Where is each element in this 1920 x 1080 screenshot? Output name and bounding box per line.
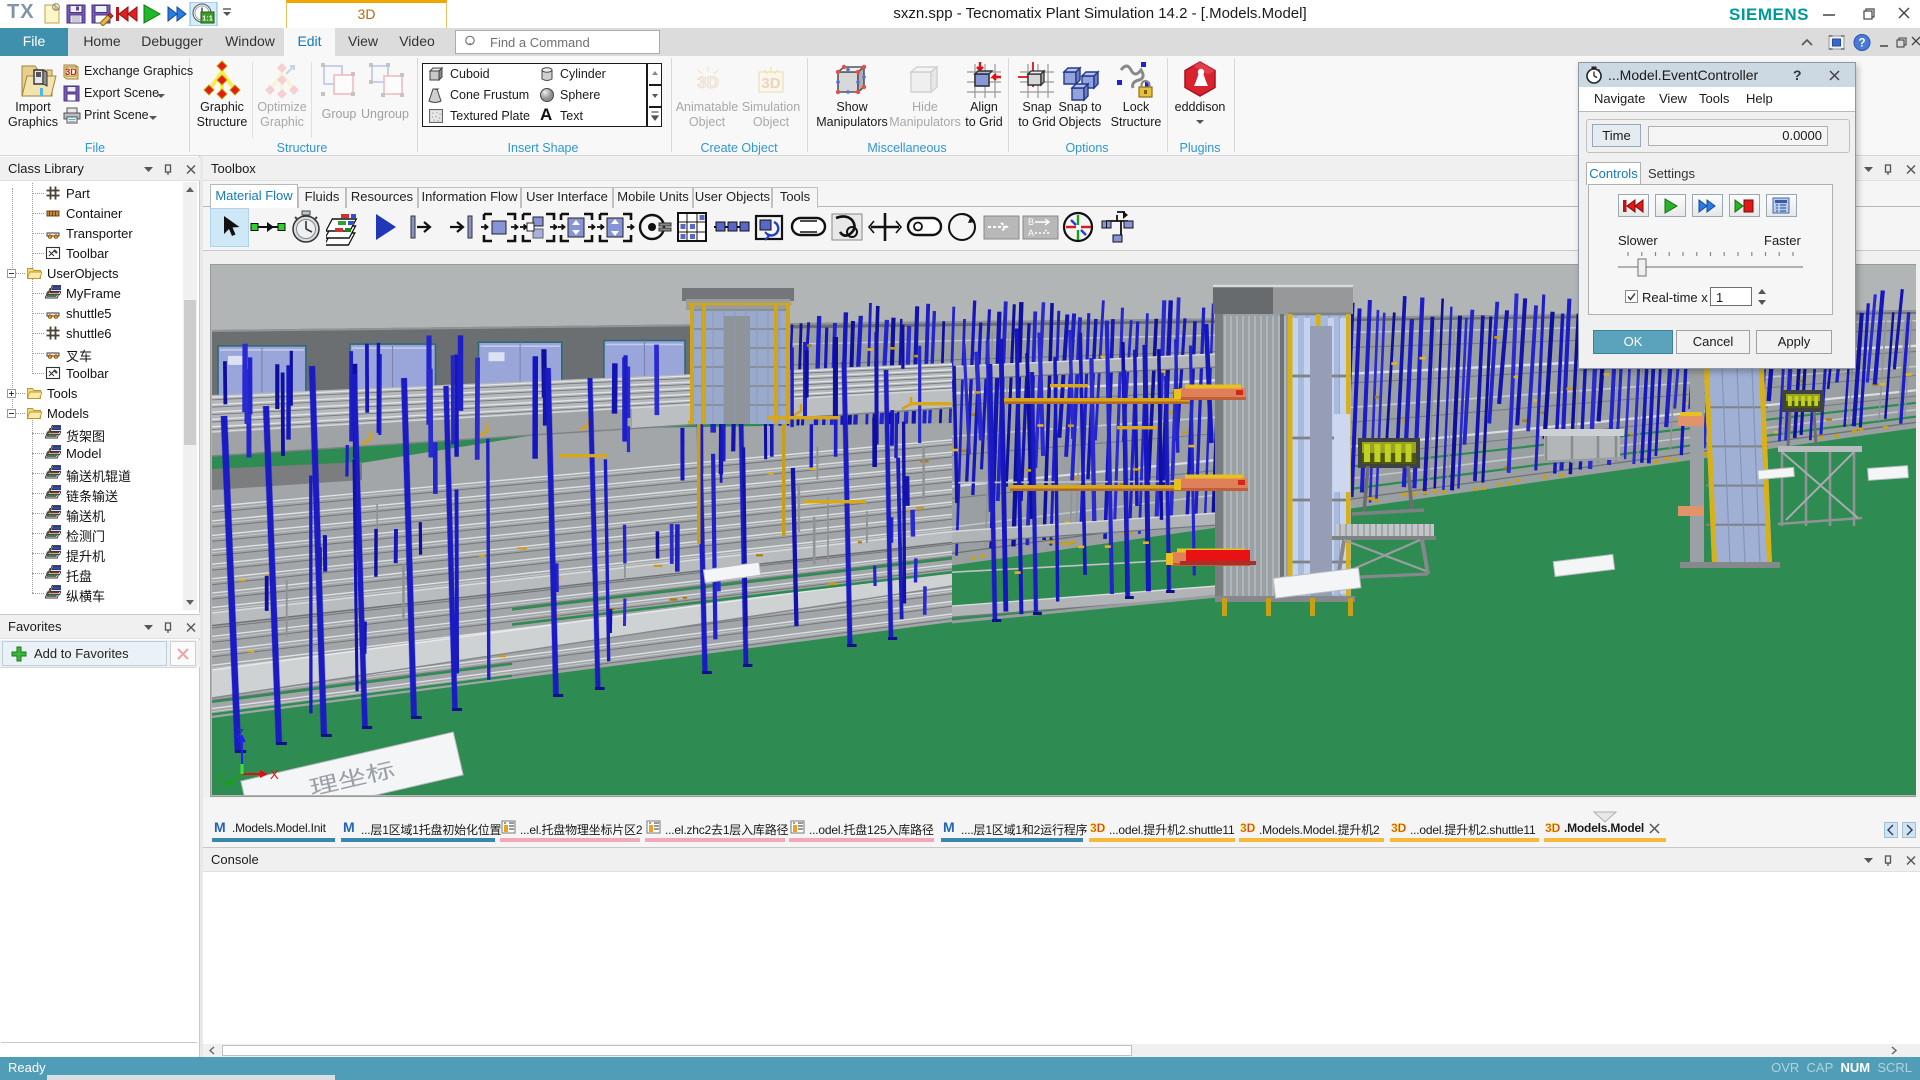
svg-text:3D: 3D [1090,821,1106,835]
svg-text:Y: Y [216,770,225,785]
svg-text:M: M [943,820,955,835]
svg-text:M: M [343,820,355,835]
svg-text:M: M [214,820,226,835]
svg-text:B: B [1028,217,1034,227]
svg-text:?: ? [1858,38,1865,50]
svg-text:Z: Z [236,726,244,741]
svg-text:3D: 3D [1391,821,1407,835]
svg-text:3D: 3D [697,73,719,92]
svg-text:3D: 3D [1240,821,1256,835]
svg-text:3D: 3D [1545,821,1561,835]
svg-text:3D: 3D [761,75,780,92]
svg-text:X: X [270,767,279,782]
svg-text:A: A [1028,228,1034,238]
svg-text:1:1: 1:1 [202,14,213,23]
svg-text:3D: 3D [65,67,77,77]
